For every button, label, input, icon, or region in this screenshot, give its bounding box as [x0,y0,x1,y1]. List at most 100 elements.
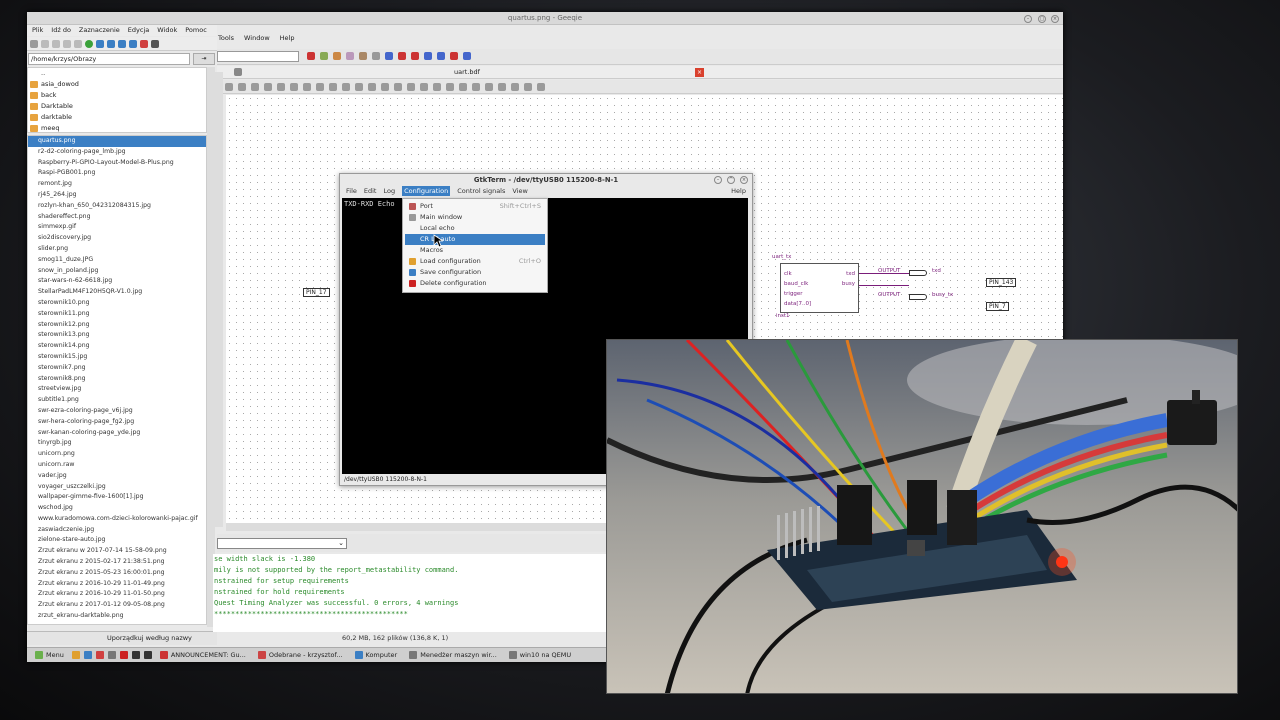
output-pin-txd[interactable] [909,270,927,276]
folder-item[interactable]: meeq [28,123,206,132]
thumbnails-icon[interactable] [30,39,38,48]
menu-edycja[interactable]: Edycja [128,25,149,36]
zoom-1-1-icon[interactable] [129,39,137,48]
menuitem-local-echo[interactable]: Local echo [405,223,545,234]
menuitem-save-configuration[interactable]: Save configuration [405,267,545,278]
file-list-item[interactable]: swr-hera-coloring-page_fg2.jpg [28,417,206,428]
menu-zaznaczenie[interactable]: Zaznaczenie [79,25,120,36]
stop-icon[interactable] [398,52,406,60]
file-list-item[interactable]: star-wars-n-62-6618.jpg [28,276,206,287]
pin-7-label[interactable]: PIN_7 [986,302,1009,311]
line-icon[interactable] [355,83,363,91]
file-list-item[interactable]: sterownik8.png [28,374,206,385]
output-pin-busy[interactable] [909,294,927,300]
settings-icon[interactable] [140,39,148,48]
block-icon[interactable] [303,83,311,91]
gtkterm-maximize-icon[interactable]: ^ [727,176,735,184]
folder-item[interactable]: asia_dowod [28,79,206,90]
file-list-item[interactable]: rozlyn-khan_650_042312084315.jpg [28,201,206,212]
up-icon[interactable] [63,39,71,48]
file-list-item[interactable]: sterownik11.png [28,309,206,320]
fitter-icon[interactable] [346,52,354,60]
rotate-icon[interactable] [446,83,454,91]
tab-close-icon[interactable]: × [695,68,704,77]
file-list-item[interactable]: sterownik10.png [28,298,206,309]
menuitem-cr-lf-auto[interactable]: CR LF auto [405,234,545,245]
file-list-item[interactable]: sterownik14.png [28,341,206,352]
redo-icon[interactable] [537,83,545,91]
file-list-item[interactable]: rj45_264.jpg [28,190,206,201]
menu-tools[interactable]: Tools [218,32,234,44]
file-list-item[interactable]: snow_in_poland.jpg [28,266,206,277]
file-list-item[interactable]: zaswiadczenie.jpg [28,525,206,536]
folder-item[interactable]: .. [28,68,206,79]
menu-file[interactable]: File [346,186,357,196]
bus-icon[interactable] [329,83,337,91]
canvas-hscrollbar[interactable] [226,523,606,531]
menu-view[interactable]: View [512,186,527,196]
menuitem-delete-configuration[interactable]: Delete configuration [405,278,545,289]
symbol-icon[interactable] [277,83,285,91]
terminal-launcher-icon[interactable] [107,651,116,659]
file-list-item[interactable]: Zrzut ekranu z 2015-02-17 21:38:51.png [28,557,206,568]
sort-label[interactable]: Uporządkuj według nazwy [107,632,192,645]
start-menu-button[interactable]: Menu [31,649,68,662]
start-icon[interactable] [385,52,393,60]
file-list-item[interactable]: Zrzut ekranu z 2015-05-23 16:00:01.png [28,568,206,579]
partial-line-icon[interactable] [407,83,415,91]
app-launcher-icon[interactable] [143,651,152,659]
compile-icon[interactable] [307,52,315,60]
path-input[interactable]: /home/krzys/Obrazy [28,53,190,65]
menuitem-port[interactable]: Port Shift+Ctrl+S [405,201,545,212]
file-list-item[interactable]: sterownik7.png [28,363,206,374]
forward-icon[interactable] [52,39,60,48]
rectangle-icon[interactable] [368,83,376,91]
file-list-item[interactable]: wallpaper-gimme-five-1600[1].jpg [28,492,206,503]
home-icon[interactable] [74,39,82,48]
back-icon[interactable] [41,39,49,48]
menu-help[interactable]: Help [731,186,746,196]
cut-icon[interactable] [485,83,493,91]
menuitem-main-window[interactable]: Main window [405,212,545,223]
folder-item[interactable]: Darktable [28,101,206,112]
menu-idz-do[interactable]: Idź do [51,25,71,36]
tab-uart-bdf[interactable]: uart.bdf [437,66,497,79]
file-list-item[interactable]: streetview.jpg [28,384,206,395]
file-list-item[interactable]: unicorn.png [28,449,206,460]
file-list-item[interactable]: subtitle1.png [28,395,206,406]
file-list-item[interactable]: smog11_duze.JPG [28,255,206,266]
gtkterm-close-icon[interactable]: × [740,176,748,184]
menu-configuration[interactable]: Configuration [402,186,451,196]
assembler-icon[interactable] [359,52,367,60]
browser-launcher-icon[interactable] [95,651,104,659]
rubberband-icon[interactable] [420,83,428,91]
text-icon[interactable] [264,83,272,91]
programmer-icon[interactable] [411,52,419,60]
file-list-item[interactable]: zielone-stare-auto.jpg [28,535,206,546]
files-launcher-icon[interactable] [71,651,80,659]
conduit-icon[interactable] [342,83,350,91]
file-list-item[interactable]: remont.jpg [28,179,206,190]
file-list-item[interactable]: Zrzut ekranu z 2016-10-29 11-01-49.png [28,579,206,590]
file-list-item[interactable]: Raspi-PGB001.png [28,168,206,179]
menu-pomoc[interactable]: Pomoc [185,25,207,36]
file-list-item[interactable]: tinyrgb.jpg [28,438,206,449]
task-komputer[interactable]: Komputer [351,649,402,662]
menu-edit[interactable]: Edit [364,186,377,196]
task-menedzer[interactable]: Menedżer maszyn wir... [405,649,501,662]
uart-tx-block[interactable]: clk baud_clk trigger data[7..0] txd busy [780,263,859,313]
task-odebrane[interactable]: Odebrane - krzysztof... [254,649,347,662]
wire-icon[interactable] [316,83,324,91]
file-list-item[interactable]: Zrzut ekranu w 2017-07-14 15-58-09.png [28,546,206,557]
path-go-button[interactable]: ⇥ [193,53,215,65]
analysis-icon[interactable] [320,52,328,60]
minimize-icon[interactable]: – [1024,15,1032,23]
file-list-item[interactable]: r2-d2-coloring-page_lmb.jpg [28,147,206,158]
menuitem-load-configuration[interactable]: Load configuration Ctrl+O [405,256,545,267]
file-list-item[interactable]: quartus.png [28,136,206,147]
file-list-item[interactable]: zrzut_ekranu-darktable.png [28,611,206,622]
timing-icon[interactable] [372,52,380,60]
file-list-item[interactable]: Raspberry-Pi-GPIO-Layout-Model-B-Plus.pn… [28,158,206,169]
flip-icon[interactable] [433,83,441,91]
file-list-item[interactable]: swr-ezra-coloring-page_v6j.jpg [28,406,206,417]
